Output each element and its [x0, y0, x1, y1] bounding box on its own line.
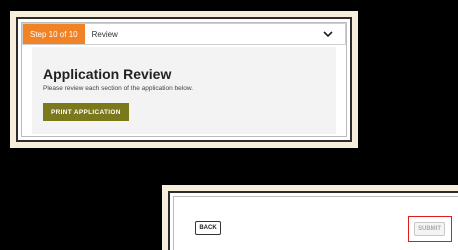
back-button[interactable]: BACK	[195, 221, 221, 235]
submit-highlight-box: SUBMIT	[408, 216, 452, 242]
step-badge: Step 10 of 10	[23, 24, 85, 44]
step-title: Review	[91, 29, 118, 39]
footer-panel: BACK SUBMIT	[162, 185, 458, 250]
chevron-down-icon[interactable]	[321, 27, 335, 41]
page-title: Application Review	[43, 66, 172, 82]
page-subtitle: Please review each section of the applic…	[43, 85, 193, 92]
step-accordion[interactable]: Step 10 of 10 Review	[22, 23, 346, 45]
print-application-button[interactable]: PRINT APPLICATION	[43, 103, 129, 121]
footer-frame: BACK SUBMIT	[168, 191, 458, 250]
submit-button[interactable]: SUBMIT	[414, 222, 445, 236]
application-panel: Step 10 of 10 Review Application Review …	[10, 11, 358, 148]
application-frame: Step 10 of 10 Review Application Review …	[16, 17, 352, 142]
